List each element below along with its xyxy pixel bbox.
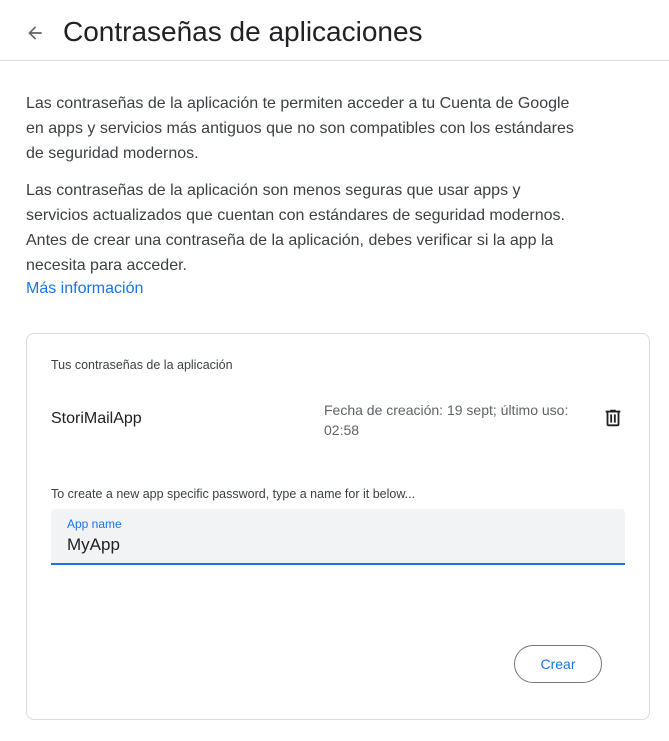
trash-icon: [605, 409, 621, 427]
app-password-meta: Fecha de creación: 19 sept; último uso: …: [324, 402, 569, 438]
intro-text: Las contraseñas de la aplicación te perm…: [26, 91, 586, 278]
more-info-link[interactable]: Más información: [26, 277, 143, 301]
intro-paragraph-2: Las contraseñas de la aplicación son men…: [26, 182, 565, 274]
arrow-back-icon: [28, 26, 42, 40]
card-heading: Tus contraseñas de la aplicación: [51, 358, 233, 372]
page-header: Contraseñas de aplicaciones: [0, 0, 669, 61]
app-name-input[interactable]: [67, 533, 607, 557]
delete-app-password-button[interactable]: [599, 404, 627, 432]
create-button[interactable]: Crear: [514, 645, 602, 683]
app-password-name: StoriMailApp: [51, 410, 142, 427]
app-name-label: App name: [67, 517, 122, 531]
back-button[interactable]: [20, 18, 50, 48]
page-title: Contraseñas de aplicaciones: [63, 16, 423, 47]
app-name-field[interactable]: App name: [51, 509, 625, 565]
app-passwords-card: Tus contraseñas de la aplicación StoriMa…: [26, 333, 650, 720]
intro-paragraph-1: Las contraseñas de la aplicación te perm…: [26, 95, 574, 162]
create-hint: To create a new app specific password, t…: [51, 487, 416, 501]
